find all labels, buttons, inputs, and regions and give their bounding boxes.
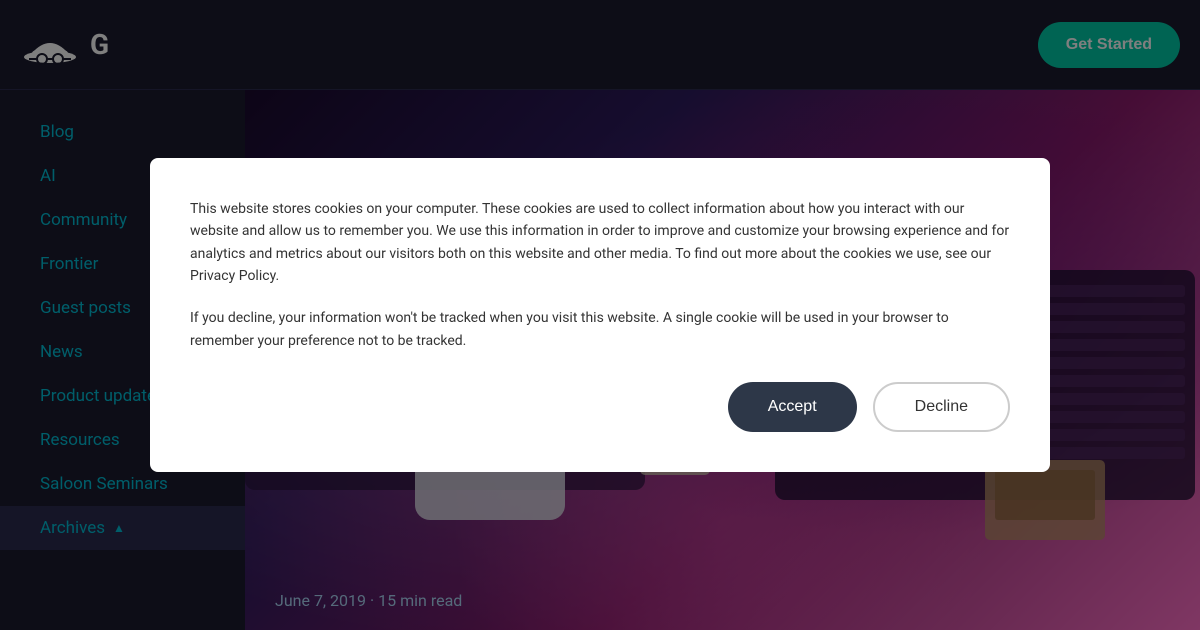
- cookie-modal: This website stores cookies on your comp…: [150, 158, 1050, 472]
- modal-paragraph-2: If you decline, your information won't b…: [190, 307, 1010, 352]
- modal-backdrop: This website stores cookies on your comp…: [0, 0, 1200, 630]
- modal-paragraph-1: This website stores cookies on your comp…: [190, 198, 1010, 288]
- accept-button[interactable]: Accept: [728, 382, 857, 432]
- modal-buttons: Accept Decline: [190, 382, 1010, 432]
- decline-button[interactable]: Decline: [873, 382, 1010, 432]
